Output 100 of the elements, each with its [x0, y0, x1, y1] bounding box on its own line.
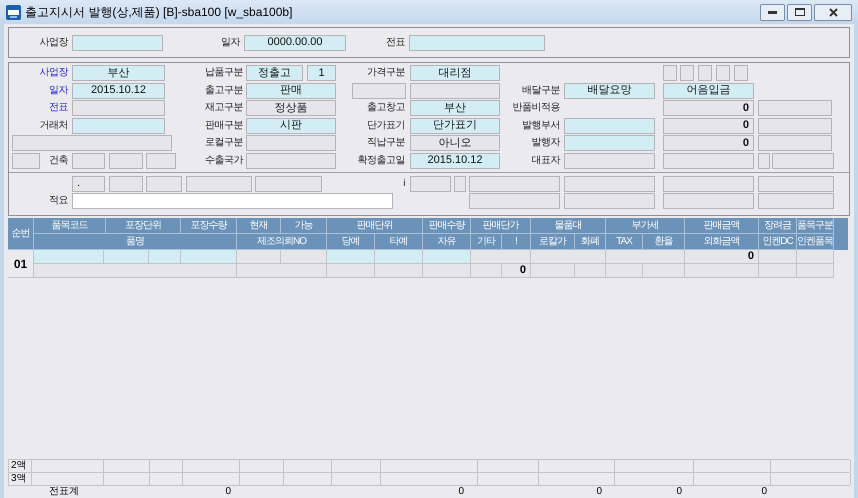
input-field[interactable]: 0: [663, 100, 754, 116]
input-field[interactable]: [758, 118, 832, 134]
table-cell[interactable]: 0: [502, 264, 531, 278]
table-cell[interactable]: [104, 250, 149, 264]
table-cell[interactable]: [759, 264, 797, 278]
input-field[interactable]: [12, 135, 172, 151]
column-header: TAX: [606, 234, 643, 250]
input-field[interactable]: [72, 34, 163, 50]
input-field[interactable]: 시판: [246, 118, 336, 134]
input-field[interactable]: 1: [307, 65, 336, 81]
input-field[interactable]: [564, 176, 655, 192]
input-field[interactable]: [663, 192, 754, 208]
input-field[interactable]: 어음입금: [663, 82, 754, 98]
input-field[interactable]: 아니오: [410, 135, 500, 151]
input-field[interactable]: 배달요망: [564, 82, 655, 98]
table-cell[interactable]: [606, 264, 643, 278]
column-header: 물품대: [531, 218, 606, 234]
input-field[interactable]: [352, 82, 406, 98]
field-label: 출고창고: [366, 101, 405, 115]
table-cell[interactable]: [531, 250, 606, 264]
input-field[interactable]: [255, 176, 322, 192]
table-cell[interactable]: [797, 250, 834, 264]
table-cell[interactable]: [423, 264, 471, 278]
input-field[interactable]: 2015.10.12: [72, 82, 165, 98]
input-field[interactable]: 0000.00.00: [244, 34, 346, 50]
input-field[interactable]: [72, 152, 105, 168]
table-cell[interactable]: [237, 250, 281, 264]
row-label: 2액: [8, 460, 32, 472]
input-field[interactable]: 0: [663, 135, 754, 151]
table-cell[interactable]: [375, 264, 423, 278]
table-cell[interactable]: [375, 250, 423, 264]
input-field[interactable]: [72, 100, 165, 116]
input-field[interactable]: 2015.10.12: [410, 152, 500, 168]
input-field[interactable]: [109, 152, 143, 168]
input-field[interactable]: [246, 152, 336, 168]
input-field[interactable]: [12, 152, 40, 168]
table-cell[interactable]: [759, 250, 797, 264]
input-field[interactable]: [109, 176, 143, 192]
input-field[interactable]: [564, 192, 655, 208]
input-field[interactable]: 대리점: [410, 65, 500, 81]
table-cell[interactable]: [471, 264, 502, 278]
input-field[interactable]: [246, 135, 336, 151]
input-field[interactable]: [410, 82, 500, 98]
field-label: 사업장: [38, 36, 68, 50]
input-field[interactable]: [564, 152, 655, 168]
input-field[interactable]: [564, 118, 655, 134]
table-cell[interactable]: [149, 250, 181, 264]
table-cell[interactable]: [685, 264, 759, 278]
input-field[interactable]: [469, 192, 560, 208]
table-cell[interactable]: [423, 250, 471, 264]
minimize-button[interactable]: [760, 4, 785, 20]
input-field[interactable]: [146, 176, 182, 192]
table-cell[interactable]: [471, 250, 531, 264]
input-field[interactable]: [146, 152, 176, 168]
table-cell[interactable]: [181, 250, 237, 264]
table-cell[interactable]: [34, 250, 104, 264]
input-field[interactable]: [409, 34, 545, 50]
input-field[interactable]: .: [72, 176, 105, 192]
table-cell[interactable]: [327, 250, 375, 264]
table-cell[interactable]: [575, 264, 606, 278]
close-button[interactable]: [814, 4, 852, 20]
field-label: 판매구분: [204, 118, 243, 132]
table-cell[interactable]: [606, 250, 685, 264]
input-field[interactable]: [758, 100, 832, 116]
table-cell[interactable]: [797, 264, 834, 278]
column-header: 당예: [327, 234, 375, 250]
input-field[interactable]: [72, 118, 165, 134]
input-field[interactable]: [564, 135, 655, 151]
input-field[interactable]: [716, 65, 730, 81]
input-field[interactable]: [758, 135, 832, 151]
input-field[interactable]: 판매: [246, 82, 336, 98]
input-field[interactable]: [454, 176, 466, 192]
input-field[interactable]: [663, 152, 754, 168]
input-field[interactable]: [758, 176, 834, 192]
input-field[interactable]: 부산: [72, 65, 165, 81]
input-field[interactable]: [734, 65, 748, 81]
input-field[interactable]: [758, 192, 834, 208]
input-field[interactable]: [410, 176, 451, 192]
input-field[interactable]: 단가표기: [410, 118, 500, 134]
input-field[interactable]: 부산: [410, 100, 500, 116]
table-cell[interactable]: [34, 264, 237, 278]
input-field[interactable]: [186, 176, 252, 192]
table-cell[interactable]: 0: [685, 250, 759, 264]
input-field[interactable]: 정출고: [246, 65, 303, 81]
input-field[interactable]: [772, 152, 834, 168]
table-cell[interactable]: [281, 250, 327, 264]
input-field[interactable]: [663, 176, 754, 192]
input-field[interactable]: [663, 65, 677, 81]
table-cell[interactable]: [531, 264, 575, 278]
input-field[interactable]: [680, 65, 694, 81]
table-cell[interactable]: [237, 264, 327, 278]
input-field[interactable]: [758, 152, 770, 168]
table-cell[interactable]: [327, 264, 375, 278]
input-field[interactable]: 정상품: [246, 100, 336, 116]
input-field[interactable]: 0: [663, 118, 754, 134]
table-cell[interactable]: [643, 264, 685, 278]
input-field[interactable]: [469, 176, 560, 192]
input-field[interactable]: [698, 65, 712, 81]
memo-input[interactable]: [72, 192, 393, 208]
maximize-button[interactable]: [787, 4, 812, 20]
